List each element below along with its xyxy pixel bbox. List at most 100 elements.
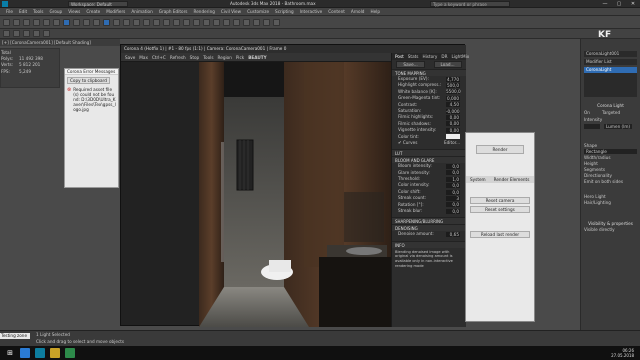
visible-directly-checkbox[interactable]: Visible directly — [584, 227, 637, 232]
whitebalance-value[interactable]: 5500,0 — [446, 89, 461, 95]
visibility-rollout[interactable]: Visibility & properties — [584, 221, 637, 226]
render-frame-icon[interactable] — [253, 18, 260, 26]
targeted-checkbox[interactable]: Targeted — [602, 110, 620, 115]
percent-snap-icon[interactable] — [173, 18, 180, 26]
modeling-icon[interactable] — [3, 30, 10, 37]
sharpening-header[interactable]: SHARPENING/BLURRING — [392, 217, 466, 225]
highlight-value[interactable]: 500,0 — [446, 83, 460, 89]
curves-editor-button[interactable]: Editor... — [444, 140, 460, 146]
intensity-value[interactable] — [584, 124, 600, 129]
chrome-icon[interactable] — [20, 348, 30, 358]
menu-animation[interactable]: Animation — [131, 8, 152, 16]
place-icon[interactable] — [133, 18, 140, 26]
tab-system[interactable]: System — [470, 177, 486, 182]
populate-icon[interactable] — [43, 30, 50, 37]
scale-icon[interactable] — [123, 18, 130, 26]
tab-stats[interactable]: Stats — [408, 54, 419, 59]
search-input[interactable]: Type a keyword or phrase — [430, 1, 510, 7]
filmic-high-value[interactable]: 0,00 — [446, 115, 460, 121]
on-checkbox[interactable]: On — [584, 110, 590, 115]
app-icon[interactable] — [2, 1, 8, 7]
vfb-refresh-button[interactable]: Refresh — [170, 53, 186, 62]
emit-both-checkbox[interactable]: Emit on both sides — [584, 179, 637, 184]
corona-interactive-icon[interactable] — [273, 18, 280, 26]
viewport-label[interactable]: [+] [CoronaCamera001] [Default Shading] — [0, 39, 120, 46]
close-button[interactable]: ✕ — [626, 0, 640, 8]
minimize-button[interactable]: — — [598, 0, 612, 8]
denoise-amount-value[interactable]: 0,65 — [446, 232, 460, 238]
corona-taskbar-icon[interactable] — [65, 348, 75, 358]
menu-customize[interactable]: Customize — [247, 8, 269, 16]
select-icon[interactable] — [63, 18, 70, 26]
menu-interactive[interactable]: Interactive — [300, 8, 323, 16]
rotation-value[interactable]: 0,0 — [446, 202, 460, 208]
vfb-pick-button[interactable]: Pick — [236, 53, 244, 62]
tint-value[interactable]: 0,000 — [446, 95, 460, 101]
corona-light-rollout[interactable]: Corona Light — [584, 103, 637, 108]
move-icon[interactable] — [103, 18, 110, 26]
redo-icon[interactable] — [13, 18, 20, 26]
material-editor-icon[interactable] — [233, 18, 240, 26]
menu-civil-view[interactable]: Civil View — [221, 8, 241, 16]
layers-icon[interactable] — [203, 18, 210, 26]
bloom-header[interactable]: BLOOM AND GLARE — [392, 156, 466, 164]
reset-camera-button[interactable]: Reset camera — [470, 197, 530, 204]
saturation-value[interactable]: -0,000 — [446, 108, 460, 114]
link-icon[interactable] — [23, 18, 30, 26]
menu-create[interactable]: Create — [86, 8, 100, 16]
render-button[interactable]: Render — [476, 145, 524, 154]
reload-render-button[interactable]: Reload last render — [470, 231, 530, 238]
tab-lightmix[interactable]: LightMix — [452, 54, 470, 59]
tab-render-elements[interactable]: Render Elements — [494, 177, 530, 182]
glare-intensity-value[interactable]: 0,0 — [446, 170, 460, 176]
start-icon[interactable]: ⊞ — [5, 348, 15, 358]
vfb-pass-select[interactable]: BEAUTY — [248, 53, 266, 62]
rect-select-icon[interactable] — [83, 18, 90, 26]
select-by-name-icon[interactable] — [73, 18, 80, 26]
pivot-icon[interactable] — [143, 18, 150, 26]
vignette-value[interactable]: 0,00 — [446, 127, 460, 133]
menu-views[interactable]: Views — [68, 8, 80, 16]
threshold-value[interactable]: 1,0 — [446, 176, 460, 182]
curve-editor-icon[interactable] — [213, 18, 220, 26]
snap-icon[interactable] — [153, 18, 160, 26]
modifier-list[interactable]: Modifier List — [584, 59, 637, 65]
menu-arnold[interactable]: Arnold — [351, 8, 365, 16]
streak-count-value[interactable]: 3 — [446, 195, 460, 201]
filmic-shadow-value[interactable]: 0,00 — [446, 121, 460, 127]
color-intensity-value[interactable]: 0,0 — [446, 183, 460, 189]
menu-graph-editors[interactable]: Graph Editors — [159, 8, 188, 16]
lut-header[interactable]: LUT — [392, 149, 466, 157]
vfb-region-button[interactable]: Region — [218, 53, 232, 62]
menu-edit[interactable]: Edit — [19, 8, 27, 16]
vfb-save-button[interactable]: Save — [125, 53, 135, 62]
copy-clipboard-button[interactable]: Copy to clipboard — [67, 77, 110, 84]
schematic-icon[interactable] — [223, 18, 230, 26]
max-taskbar-icon[interactable] — [35, 348, 45, 358]
vfb-copy-button[interactable]: Ctrl+C — [152, 53, 166, 62]
contrast-value[interactable]: 4,50 — [446, 102, 460, 108]
render-icon[interactable] — [263, 18, 270, 26]
menu-rendering[interactable]: Rendering — [194, 8, 215, 16]
post-save-button[interactable]: Save... — [396, 61, 425, 68]
rendered-image[interactable] — [199, 62, 391, 327]
streak-blur-value[interactable]: 0,0 — [446, 208, 460, 214]
vfb-max-button[interactable]: Max — [139, 53, 148, 62]
selection-icon[interactable] — [23, 30, 30, 37]
reset-settings-button[interactable]: Reset settings — [470, 206, 530, 213]
freeform-icon[interactable] — [13, 30, 20, 37]
maximize-button[interactable]: ▢ — [612, 0, 626, 8]
color-shift-value[interactable]: 0,0 — [446, 189, 460, 195]
unlink-icon[interactable] — [33, 18, 40, 26]
exposure-value[interactable]: 4,770 — [446, 76, 460, 82]
tab-dr[interactable]: DR — [441, 54, 447, 59]
menu-file[interactable]: File — [6, 8, 13, 16]
menu-content[interactable]: Content — [328, 8, 345, 16]
bind-icon[interactable] — [43, 18, 50, 26]
post-load-button[interactable]: Load... — [433, 61, 462, 68]
menu-scripting[interactable]: Scripting — [275, 8, 294, 16]
explorer-icon[interactable] — [50, 348, 60, 358]
vfb-stop-button[interactable]: Stop — [190, 53, 200, 62]
menu-modifiers[interactable]: Modifiers — [106, 8, 125, 16]
curves-checkbox[interactable]: ✔ Curves — [398, 140, 417, 146]
